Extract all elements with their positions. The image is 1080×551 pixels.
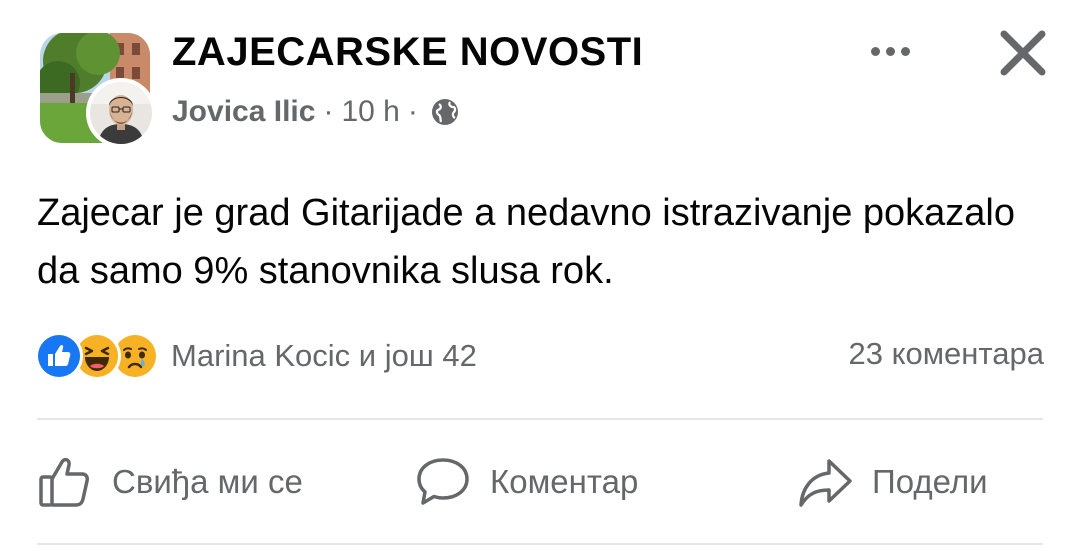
reactions-summary-text[interactable]: Marina Kocic и још 42 xyxy=(171,338,477,374)
share-button[interactable]: Подели xyxy=(796,447,988,517)
comment-bubble-icon xyxy=(417,458,469,505)
thumbs-up-icon xyxy=(39,457,89,507)
more-horizontal-icon xyxy=(900,46,910,56)
meta-separator: · xyxy=(323,95,334,128)
post-card: ZAJECARSKE NOVOSTI Jovica Ilic · 10 h · … xyxy=(0,0,1080,551)
more-horizontal-icon xyxy=(885,46,895,56)
more-horizontal-icon xyxy=(870,46,880,56)
post-meta: Jovica Ilic · 10 h · xyxy=(172,92,460,132)
share-label: Подели xyxy=(872,463,988,500)
divider xyxy=(37,543,1043,545)
reactions-summary[interactable]: Marina Kocic и још 42 xyxy=(35,331,477,381)
author-photo xyxy=(90,82,152,144)
post-time[interactable]: 10 h xyxy=(341,95,399,129)
comment-button[interactable]: Коментар xyxy=(414,447,638,517)
reaction-icons xyxy=(35,332,159,380)
author-avatar[interactable] xyxy=(86,78,156,148)
close-icon[interactable] xyxy=(996,26,1050,80)
like-label: Свиђа ми се xyxy=(112,463,303,500)
comment-label: Коментар xyxy=(490,463,639,500)
meta-separator: · xyxy=(407,95,418,128)
more-options-button[interactable] xyxy=(860,36,920,66)
author-name[interactable]: Jovica Ilic xyxy=(172,95,315,129)
comments-count[interactable]: 23 коментара xyxy=(849,336,1045,372)
action-bar: Свиђа ми се Коментар Подели xyxy=(0,447,1080,517)
group-name[interactable]: ZAJECARSKE NOVOSTI xyxy=(172,30,643,75)
share-arrow-icon xyxy=(799,459,852,507)
like-button[interactable]: Свиђа ми се xyxy=(36,447,303,517)
divider xyxy=(37,418,1043,420)
like-reaction-icon xyxy=(35,332,83,380)
globe-icon xyxy=(431,99,458,125)
post-text: Zajecar je grad Gitarijade a nedavno ist… xyxy=(37,192,1015,292)
